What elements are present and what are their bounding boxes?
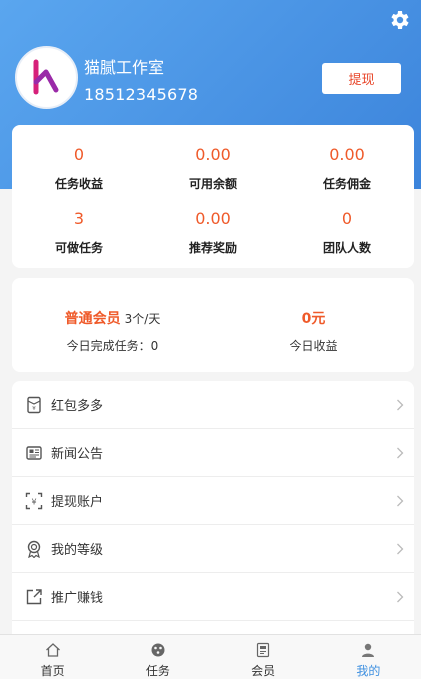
stat-label: 可做任务 [54, 241, 103, 255]
stats-card: 0 任务收益 0.00 可用余额 0.00 任务佣金 3 可做任务 0.00 推… [12, 125, 414, 268]
red-envelope-icon: ¥ [27, 396, 41, 414]
bottom-tab-bar: 首页 任务 会员 我的 [0, 634, 421, 679]
stat-value: 0 [341, 209, 353, 228]
svg-text:¥: ¥ [31, 498, 36, 507]
tab-label: 任务 [145, 664, 170, 678]
stat-label: 可用余额 [188, 177, 237, 191]
menu-item-label: 推广赚钱 [51, 591, 104, 606]
today-income-value: 0元 [301, 311, 326, 327]
tab-label: 会员 [251, 664, 276, 678]
gear-icon[interactable] [387, 8, 411, 32]
membership-level-block[interactable]: 普通会员 3个/天 今日完成任务：0 [12, 308, 213, 354]
home-icon [45, 643, 60, 657]
menu-list: ¥ 红包多多 新闻公告 ¥ 提现账户 我的等级 推广赚钱 [12, 381, 414, 641]
menu-item-label: 我的等级 [51, 543, 104, 558]
withdraw-button[interactable]: 提现 [322, 63, 401, 94]
stat-team-size[interactable]: 0 团队人数 [280, 209, 414, 256]
username: 猫腻工作室 [84, 58, 165, 77]
avatar[interactable] [15, 46, 78, 109]
today-income-block[interactable]: 0元 今日收益 [213, 308, 414, 354]
stat-referral-reward[interactable]: 0.00 推荐奖励 [146, 209, 280, 256]
menu-item-red-envelope[interactable]: ¥ 红包多多 [12, 381, 414, 429]
stat-task-income[interactable]: 0 任务收益 [12, 145, 146, 192]
stat-task-commission[interactable]: 0.00 任务佣金 [280, 145, 414, 192]
news-icon [26, 446, 42, 460]
today-income-label: 今日收益 [289, 339, 338, 353]
membership-rate: 3个/天 [124, 312, 161, 326]
chevron-right-icon [397, 399, 404, 411]
menu-item-label: 新闻公告 [51, 447, 104, 462]
tab-tasks[interactable]: 任务 [105, 635, 210, 679]
medal-icon [27, 540, 41, 558]
stat-available-tasks[interactable]: 3 可做任务 [12, 209, 146, 256]
stat-label: 任务收益 [54, 177, 103, 191]
tab-member[interactable]: 会员 [211, 635, 316, 679]
tab-mine[interactable]: 我的 [316, 635, 421, 679]
svg-text:¥: ¥ [32, 406, 36, 412]
task-icon [151, 643, 165, 657]
wallet-scan-icon: ¥ [25, 492, 43, 510]
member-icon [257, 642, 270, 658]
stat-value: 0.00 [195, 209, 231, 228]
stat-value: 0.00 [329, 145, 365, 164]
app-logo-icon [33, 59, 58, 94]
membership-level: 普通会员 [64, 311, 121, 327]
menu-item-label: 红包多多 [51, 399, 104, 414]
membership-card: 普通会员 3个/天 今日完成任务：0 0元 今日收益 [12, 278, 414, 372]
menu-item-news[interactable]: 新闻公告 [12, 429, 414, 477]
stat-label: 任务佣金 [322, 177, 371, 191]
stat-value: 3 [73, 209, 85, 228]
chevron-right-icon [397, 543, 404, 555]
tab-label: 首页 [40, 664, 65, 678]
chevron-right-icon [397, 495, 404, 507]
menu-item-promote[interactable]: 推广赚钱 [12, 573, 414, 621]
user-icon [362, 643, 375, 657]
menu-item-withdraw-account[interactable]: ¥ 提现账户 [12, 477, 414, 525]
chevron-right-icon [397, 447, 404, 459]
chevron-right-icon [397, 591, 404, 603]
stat-value: 0 [73, 145, 85, 164]
menu-item-my-level[interactable]: 我的等级 [12, 525, 414, 573]
stat-label: 团队人数 [322, 241, 371, 255]
share-icon [26, 589, 42, 605]
stat-value: 0.00 [195, 145, 231, 164]
stat-available-balance[interactable]: 0.00 可用余额 [146, 145, 280, 192]
today-tasks-done: 今日完成任务：0 [66, 339, 159, 353]
stat-label: 推荐奖励 [188, 241, 237, 255]
tab-label: 我的 [356, 664, 381, 678]
tab-home[interactable]: 首页 [0, 635, 105, 679]
menu-item-label: 提现账户 [51, 495, 104, 510]
phone-number: 18512345678 [84, 85, 199, 104]
